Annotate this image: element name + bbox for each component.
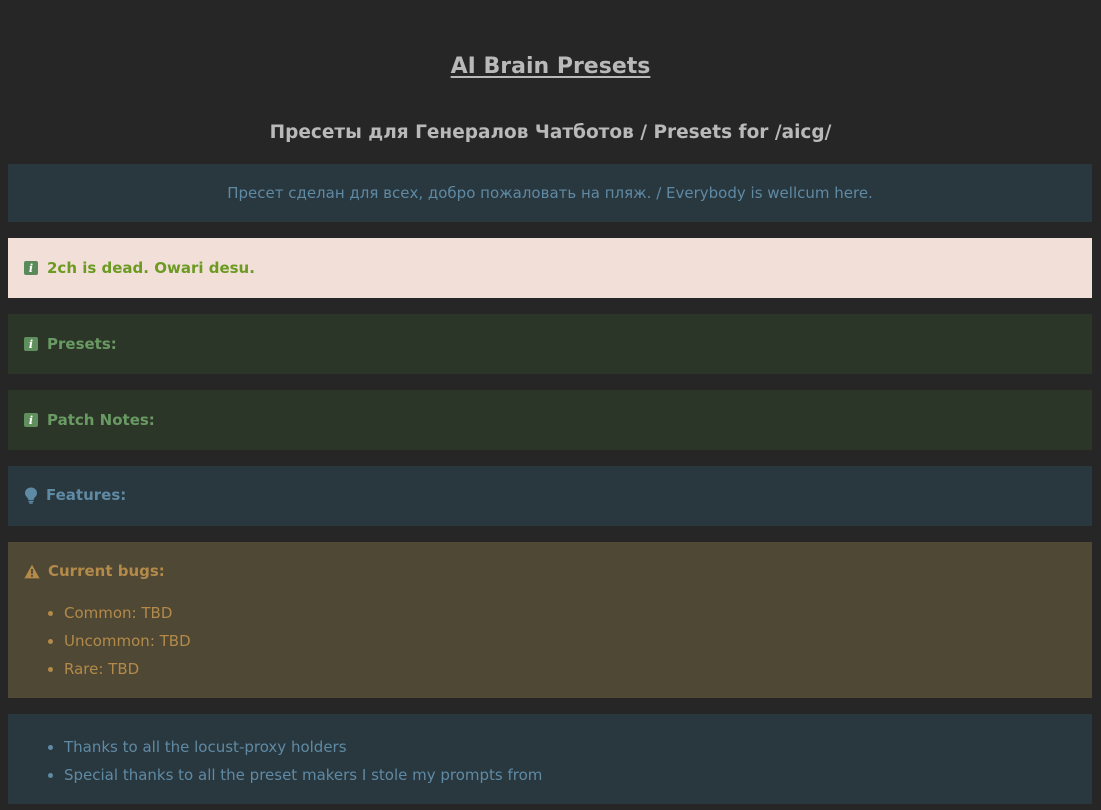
info-icon: i xyxy=(24,337,38,351)
lightbulb-icon xyxy=(24,487,38,504)
list-item: Thanks to all the locust-proxy holders xyxy=(64,733,542,761)
page-subtitle: Пресеты для Генералов Чатботов / Presets… xyxy=(269,122,832,143)
thanks-list: Thanks to all the locust-proxy holders S… xyxy=(46,733,542,789)
warning-icon xyxy=(24,564,40,579)
patch-notes-label: Patch Notes: xyxy=(47,411,155,429)
notice-text: 2ch is dead. Owari desu. xyxy=(47,259,255,277)
bugs-header: Current bugs: xyxy=(24,562,165,580)
page-title: AI Brain Presets xyxy=(450,54,651,79)
features-callout[interactable]: Features: xyxy=(8,466,1092,526)
list-item: Special thanks to all the preset makers … xyxy=(64,761,542,789)
info-icon: i xyxy=(24,261,38,275)
info-icon: i xyxy=(24,413,38,427)
presets-callout[interactable]: i Presets: xyxy=(8,314,1092,374)
presets-header[interactable]: i Presets: xyxy=(24,335,117,353)
patch-notes-header[interactable]: i Patch Notes: xyxy=(24,411,155,429)
features-label: Features: xyxy=(46,486,127,504)
notice-callout: i 2ch is dead. Owari desu. xyxy=(8,238,1092,298)
bugs-label: Current bugs: xyxy=(48,562,165,580)
list-item: Common: TBD xyxy=(64,599,191,627)
welcome-text: Пресет сделан для всех, добро пожаловать… xyxy=(227,184,873,202)
page: AI Brain Presets Пресеты для Генералов Ч… xyxy=(0,0,1101,810)
presets-label: Presets: xyxy=(47,335,117,353)
welcome-banner: Пресет сделан для всех, добро пожаловать… xyxy=(8,164,1092,222)
list-item: Uncommon: TBD xyxy=(64,627,191,655)
bugs-callout: Current bugs: Common: TBD Uncommon: TBD … xyxy=(8,542,1092,698)
list-item: Rare: TBD xyxy=(64,655,191,683)
thanks-callout: Thanks to all the locust-proxy holders S… xyxy=(8,714,1092,804)
bugs-list: Common: TBD Uncommon: TBD Rare: TBD xyxy=(46,599,191,683)
notice-header: i 2ch is dead. Owari desu. xyxy=(24,259,255,277)
patch-notes-callout[interactable]: i Patch Notes: xyxy=(8,390,1092,450)
features-header[interactable]: Features: xyxy=(24,486,126,504)
